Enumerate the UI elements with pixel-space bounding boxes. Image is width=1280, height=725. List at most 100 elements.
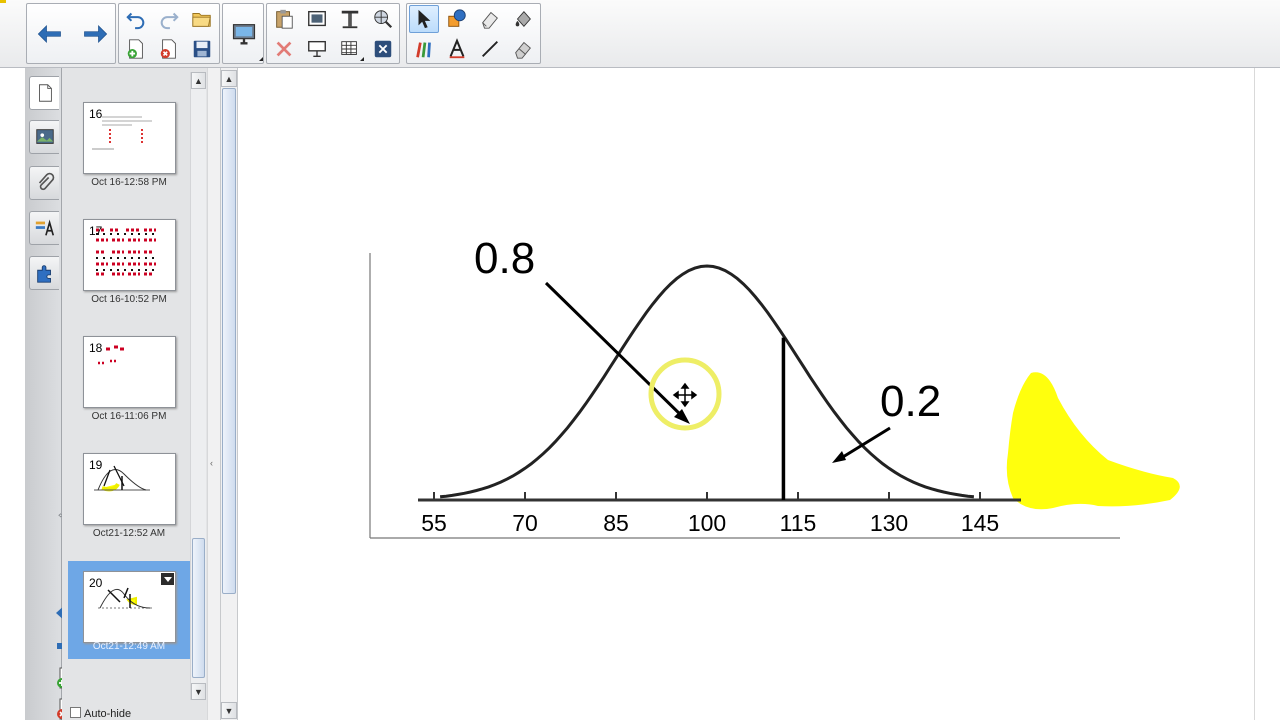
shapes-button[interactable]: [442, 5, 472, 33]
add-page-button[interactable]: [121, 35, 151, 63]
edit-group: [118, 3, 220, 64]
undo-button[interactable]: [121, 5, 151, 33]
arrow-right-icon: [84, 24, 108, 44]
page-date: Oct 16-10:52 PM: [91, 294, 167, 305]
display-button[interactable]: [224, 5, 264, 63]
tab-attachments[interactable]: [29, 166, 59, 200]
table-button[interactable]: [335, 35, 365, 63]
delete-button[interactable]: [269, 35, 299, 63]
canvas-scrollbar[interactable]: ▲ ▼: [220, 68, 238, 720]
screen-capture-button[interactable]: [302, 5, 332, 33]
toolbar: [0, 0, 1280, 68]
save-icon: [193, 40, 211, 58]
thumbnail-menu-button[interactable]: [161, 573, 174, 585]
eraser-2-button[interactable]: [508, 35, 538, 63]
addons-icon: [36, 265, 51, 283]
paste-icon: [276, 9, 293, 29]
open-button[interactable]: [187, 5, 217, 33]
delete-page-button[interactable]: [154, 35, 184, 63]
table-icon: [341, 41, 357, 55]
pointer-icon: [418, 9, 431, 29]
auto-hide-label: Auto-hide: [84, 708, 132, 720]
navigation-group: [26, 3, 116, 64]
fullscreen-icon: [374, 40, 392, 58]
display-group: [222, 3, 264, 64]
page-thumbnail[interactable]: 16 Oct 16-12:58 PM: [68, 98, 196, 202]
fill-button[interactable]: [508, 5, 538, 33]
sorter-scrollbar[interactable]: ▲ ▼: [190, 72, 206, 700]
delete-icon: [276, 41, 292, 57]
x-tick-label: 130: [870, 510, 908, 536]
eraser-button[interactable]: [475, 5, 505, 33]
panel-splitter[interactable]: ‹: [207, 68, 220, 720]
page-date: Oct21-12:52 AM: [92, 528, 166, 539]
screen-shade-icon: [341, 10, 359, 29]
page-date: Oct 16-12:58 PM: [91, 177, 167, 188]
tab-properties[interactable]: [29, 211, 59, 245]
line-button[interactable]: [475, 35, 505, 63]
attachments-icon: [38, 172, 54, 191]
sorter-footer: Auto-hide: [62, 700, 220, 720]
x-tick-label: 115: [780, 510, 817, 536]
thumbnail-preview: 18: [83, 336, 176, 408]
x-tick-label: 70: [512, 510, 538, 536]
x-tick-label: 145: [961, 510, 999, 536]
fill-icon: [515, 10, 531, 28]
page-number: 17: [89, 224, 103, 238]
tab-page-sorter[interactable]: [29, 76, 59, 110]
page-number: 20: [89, 576, 103, 590]
text-button[interactable]: [442, 35, 472, 63]
page-thumbnail[interactable]: 19 Oct21-12:52 AM: [68, 449, 196, 553]
smart-gallery-button[interactable]: [368, 5, 398, 33]
auto-hide-checkbox[interactable]: [70, 707, 81, 718]
delete-page-icon: [160, 39, 176, 59]
full-screen-button[interactable]: [368, 35, 398, 63]
pens-icon: [416, 42, 431, 58]
scroll-up-button[interactable]: ▲: [221, 70, 237, 87]
splitter-grip-icon: ‹: [210, 458, 213, 468]
select-button[interactable]: [409, 5, 439, 33]
thumbnail-preview: 19: [83, 453, 176, 525]
x-tick-label: 100: [688, 510, 726, 536]
thumbnail-preview: 17: [83, 219, 176, 291]
scroll-down-button[interactable]: ▼: [221, 702, 237, 719]
properties-icon: [35, 219, 54, 236]
tab-add-ons[interactable]: [29, 256, 59, 290]
tab-gallery[interactable]: [29, 120, 59, 154]
tools-group: [266, 3, 400, 64]
redo-icon: [160, 12, 179, 30]
redo-button[interactable]: [154, 5, 184, 33]
shapes-icon: [448, 9, 466, 27]
eraser-icon: [482, 11, 498, 29]
page-number: 19: [89, 458, 103, 472]
right-edge: [1254, 68, 1280, 720]
page-thumbnail-selected[interactable]: 20 Oct21-12:49 AM: [68, 561, 196, 659]
add-page-icon: [127, 39, 143, 59]
pens-button[interactable]: [409, 35, 439, 63]
page-date: Oct21-12:49 AM: [92, 641, 166, 652]
highlighted-region: [1006, 372, 1180, 510]
page-date: Oct 16-11:06 PM: [91, 411, 167, 422]
folder-icon: [192, 13, 211, 27]
scrollbar-thumb[interactable]: [222, 88, 236, 594]
label-0-8: 0.8: [474, 234, 535, 283]
paste-button[interactable]: [269, 5, 299, 33]
save-button[interactable]: [187, 35, 217, 63]
scrollbar-thumb[interactable]: [192, 538, 205, 678]
forward-button[interactable]: [75, 5, 115, 63]
x-tick-label: 55: [421, 510, 447, 536]
page-number: 16: [89, 107, 103, 121]
line-icon: [482, 41, 498, 57]
scroll-up-button[interactable]: ▲: [191, 72, 206, 89]
back-button[interactable]: [30, 5, 70, 63]
page-number: 18: [89, 341, 103, 355]
page-thumbnail[interactable]: 17 Oct 16-10:52 PM: [68, 215, 196, 319]
text-icon: [449, 38, 465, 59]
scroll-down-button[interactable]: ▼: [191, 683, 206, 700]
page-sorter-icon: [38, 84, 52, 102]
screen-shade-button[interactable]: [335, 5, 365, 33]
page-thumbnail[interactable]: 18 Oct 16-11:06 PM: [68, 332, 196, 436]
whiteboard-canvas[interactable]: 55 70 85 100 115 130 145 0.8 0.2: [238, 68, 1254, 720]
gallery-icon: [374, 10, 393, 29]
screen-shade-2-button[interactable]: [302, 35, 332, 63]
